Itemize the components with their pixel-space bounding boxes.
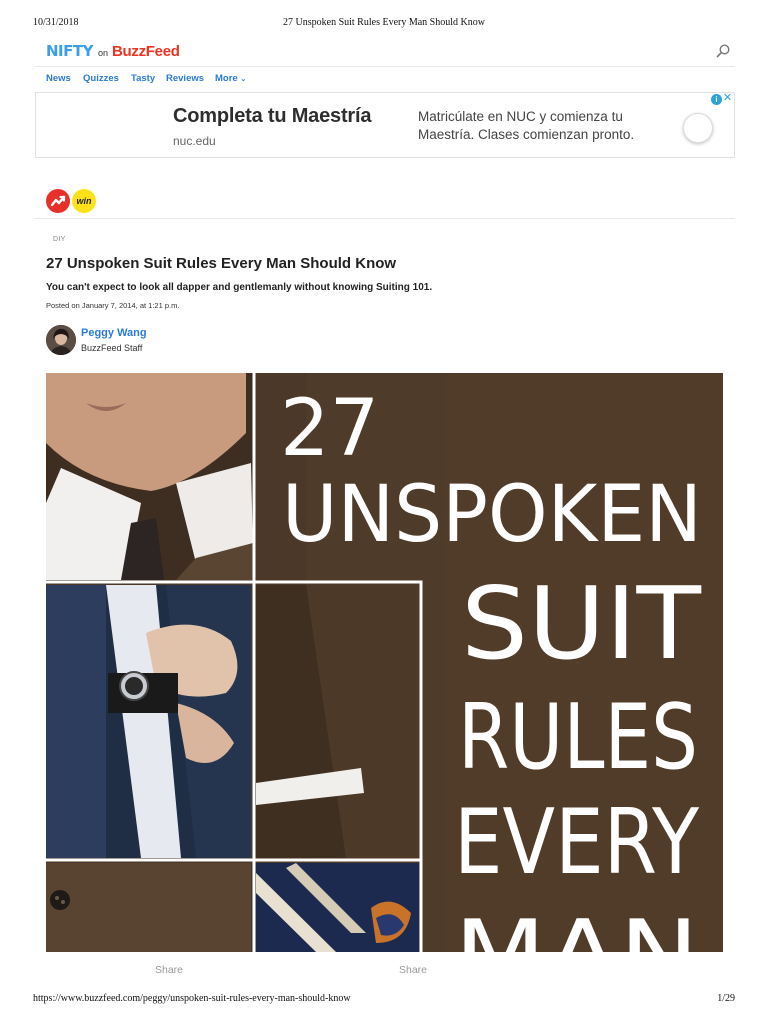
trending-icon[interactable] [46,189,70,213]
nav-tasty[interactable]: Tasty [131,73,155,84]
post-timestamp: Posted on January 7, 2014, at 1:21 p.m. [46,301,180,310]
print-header: 10/31/2018 27 Unspoken Suit Rules Every … [0,17,768,31]
ad-body: Matricúlate en NUC y comienza tu Maestrí… [418,109,635,142]
nav-quizzes[interactable]: Quizzes [83,73,119,84]
hero-line-1: 27 [280,384,379,474]
ad-arrow-button[interactable] [683,113,713,143]
nav-more[interactable]: More ⌄ [215,73,246,84]
close-icon[interactable]: ✕ [722,93,733,104]
logo-buzzfeed: BuzzFeed [112,43,180,60]
ad-domain: nuc.edu [173,134,216,148]
logo-nifty: NIFTY [46,42,93,60]
article-dek: You can't expect to look all dapper and … [46,282,433,293]
main-nav: News Quizzes Tasty Reviews More ⌄ [35,68,735,90]
badges: win [46,189,106,213]
share-button-right[interactable]: Share [399,964,427,976]
adchoices-icon[interactable]: i [711,94,722,105]
article-category[interactable]: DIY [53,236,66,243]
win-badge[interactable]: win [72,189,96,213]
site-header: NIFTY on BuzzFeed [35,38,735,67]
button-panel [46,863,251,952]
print-title: 27 Unspoken Suit Rules Every Man Should … [283,17,485,28]
face-panel [46,373,253,580]
search-icon[interactable] [715,43,731,59]
watch-panel [46,585,251,858]
hero-line-3: SUIT [461,565,702,682]
author-name[interactable]: Peggy Wang [81,327,147,339]
hero-line-6: MAN [454,901,699,952]
divider [35,218,735,219]
hero-image: 27 UNSPOKEN SUIT RULES EVERY MAN [46,373,723,952]
nav-reviews[interactable]: Reviews [166,73,204,84]
page-number: 1/29 [717,993,735,1004]
hero-line-5: EVERY [454,790,700,895]
hero-line-2: UNSPOKEN [282,470,702,560]
nav-more-label: More [215,73,238,84]
avatar[interactable] [46,325,76,355]
article-headline: 27 Unspoken Suit Rules Every Man Should … [46,255,397,272]
author-role: BuzzFeed Staff [81,343,143,353]
logo-on: on [97,48,108,58]
chevron-down-icon: ⌄ [240,76,247,83]
pocket-panel [256,585,419,858]
tie-panel [256,863,419,952]
print-url: https://www.buzzfeed.com/peggy/unspoken-… [33,993,351,1004]
ad-title[interactable]: Completa tu Maestría [173,105,371,128]
share-button-left[interactable]: Share [155,964,183,976]
site-logo[interactable]: NIFTY on BuzzFeed [46,42,180,60]
hero-line-4: RULES [458,685,698,790]
nav-news[interactable]: News [46,73,71,84]
ad-banner[interactable]: Completa tu Maestría nuc.edu Matricúlate… [35,92,735,158]
